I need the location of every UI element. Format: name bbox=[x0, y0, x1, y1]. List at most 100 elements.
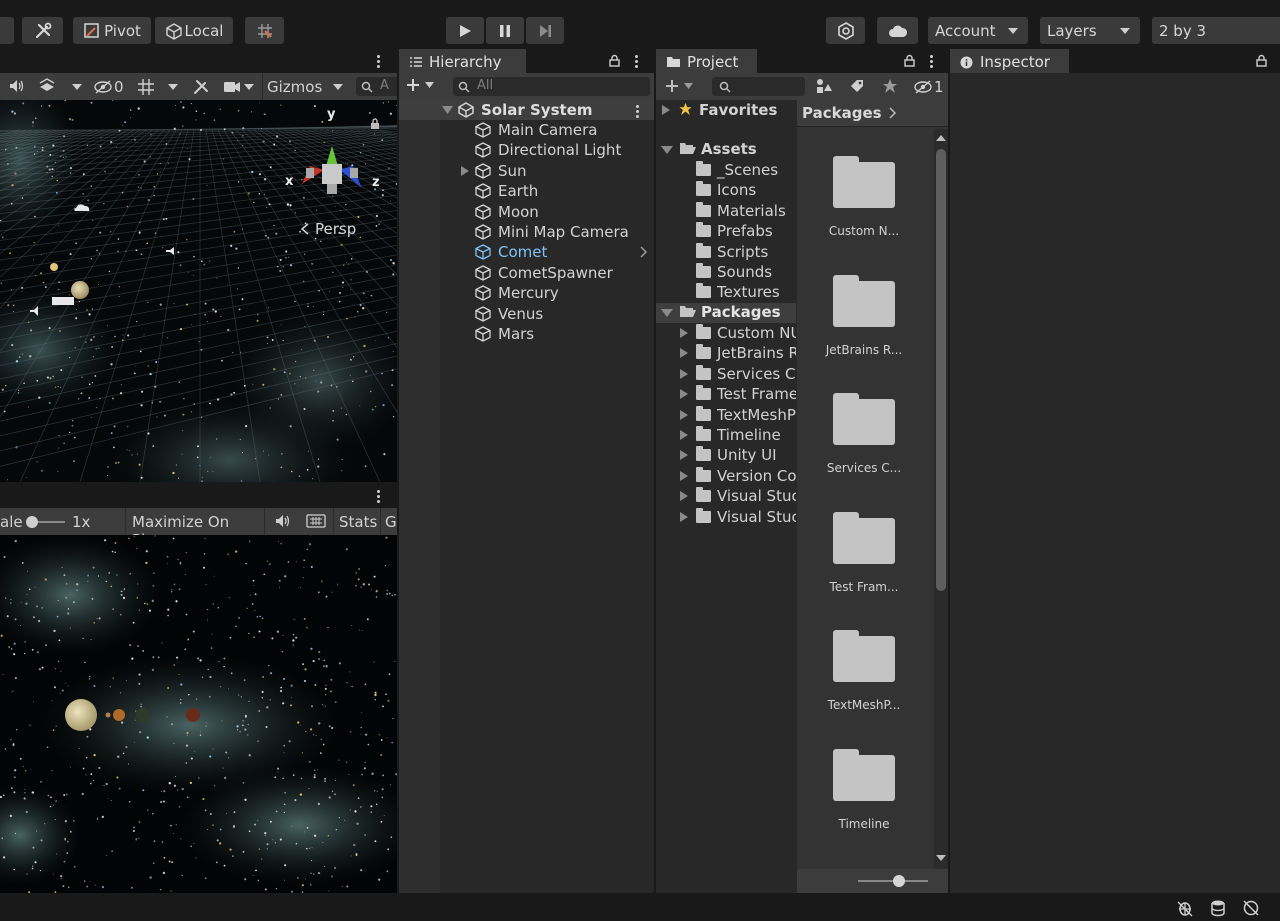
hierarchy-item[interactable]: Mercury bbox=[399, 283, 654, 303]
camera-dropdown-icon[interactable] bbox=[244, 84, 254, 90]
project-menu-icon[interactable] bbox=[930, 55, 934, 70]
folder-icon[interactable] bbox=[833, 274, 895, 327]
local-button[interactable]: Local bbox=[155, 17, 233, 44]
debug-bug-icon[interactable] bbox=[1176, 899, 1194, 917]
collab-button[interactable] bbox=[826, 17, 865, 44]
breadcrumb-packages[interactable]: Packages bbox=[802, 104, 882, 122]
favorite-star-icon[interactable] bbox=[882, 78, 898, 94]
tools-overlay-icon[interactable] bbox=[193, 79, 209, 95]
package-folder-item[interactable]: Visual Stuc bbox=[680, 487, 796, 507]
tab-inspector[interactable]: Inspector bbox=[950, 49, 1069, 73]
game-viewport[interactable] bbox=[0, 535, 397, 893]
grid-snap-button[interactable] bbox=[245, 17, 284, 44]
cloud-button[interactable] bbox=[877, 17, 918, 44]
hierarchy-item[interactable]: CometSpawner bbox=[399, 263, 654, 283]
scene-search-field[interactable]: A bbox=[356, 77, 397, 96]
account-avatar-button[interactable] bbox=[0, 17, 14, 44]
grid-icon[interactable] bbox=[137, 78, 155, 96]
breadcrumb[interactable]: Packages bbox=[802, 104, 897, 122]
package-folder-item[interactable]: Unity UI bbox=[680, 446, 796, 466]
package-folder-item[interactable]: Test Frame bbox=[680, 385, 796, 405]
hierarchy-item[interactable]: Venus bbox=[399, 304, 654, 324]
folder-icon[interactable] bbox=[833, 748, 895, 801]
mute-audio-icon[interactable] bbox=[275, 514, 291, 528]
tab-hierarchy[interactable]: Hierarchy bbox=[399, 49, 526, 73]
hierarchy-item[interactable]: Moon bbox=[399, 202, 654, 222]
tools-button[interactable] bbox=[22, 17, 63, 44]
grid-dropdown-icon[interactable] bbox=[168, 84, 178, 90]
game-menu-icon[interactable] bbox=[377, 490, 381, 505]
account-dropdown[interactable]: Account bbox=[928, 17, 1028, 44]
folder-icon[interactable] bbox=[833, 630, 895, 682]
tab-project[interactable]: Project bbox=[656, 49, 757, 73]
folder-icon[interactable] bbox=[833, 156, 895, 208]
stats-toggle[interactable]: Stats bbox=[333, 508, 381, 535]
label-tag-icon[interactable] bbox=[849, 78, 865, 94]
hidden-packages-icon[interactable] bbox=[914, 80, 932, 94]
asset-folder-item[interactable]: Textures bbox=[696, 283, 796, 303]
package-folder-item[interactable]: Version Co bbox=[680, 466, 796, 487]
hierarchy-item[interactable]: Sun bbox=[399, 161, 654, 181]
icon-size-slider-thumb[interactable] bbox=[893, 875, 905, 887]
cache-server-icon[interactable] bbox=[1209, 899, 1227, 917]
folder-icon[interactable] bbox=[833, 393, 895, 445]
project-scrollbar[interactable] bbox=[934, 129, 948, 869]
folder-icon[interactable] bbox=[833, 511, 895, 564]
project-add-button[interactable] bbox=[664, 78, 693, 94]
asset-folder-item[interactable]: Materials bbox=[696, 201, 796, 222]
layers-dropdown[interactable]: Layers bbox=[1040, 17, 1140, 44]
hierarchy-item[interactable]: Main Camera bbox=[399, 120, 654, 140]
effects-dropdown-icon[interactable] bbox=[72, 84, 82, 90]
assets-row[interactable]: Assets bbox=[661, 140, 796, 160]
package-folder-item[interactable]: TextMeshP bbox=[680, 405, 796, 426]
package-folder-item[interactable]: Visual Stuc bbox=[680, 507, 796, 528]
game-gizmos-label[interactable]: G bbox=[385, 513, 397, 531]
scroll-up-icon[interactable] bbox=[936, 135, 946, 141]
hierarchy-item[interactable]: Earth bbox=[399, 181, 654, 201]
grid-folder-label[interactable]: TextMeshP... bbox=[800, 698, 928, 712]
scale-slider-thumb[interactable] bbox=[26, 516, 38, 528]
hidden-objects-icon[interactable] bbox=[94, 80, 112, 94]
effects-icon[interactable] bbox=[38, 78, 56, 94]
hierarchy-item[interactable]: Comet bbox=[399, 242, 654, 262]
package-folder-item[interactable]: Custom NU bbox=[680, 324, 796, 344]
scroll-thumb[interactable] bbox=[936, 149, 946, 591]
package-folder-item[interactable]: JetBrains R bbox=[680, 344, 796, 364]
lock-icon[interactable] bbox=[370, 118, 380, 130]
asset-folder-item[interactable]: _Scenes bbox=[696, 161, 796, 181]
grid-folder-label[interactable]: Custom N... bbox=[800, 224, 928, 238]
pause-button[interactable] bbox=[486, 17, 524, 44]
pivot-button[interactable]: Pivot bbox=[73, 17, 151, 44]
scene-row-menu-icon[interactable] bbox=[636, 105, 640, 120]
persp-toggle[interactable]: Persp bbox=[300, 220, 356, 238]
maximize-on-play-toggle[interactable]: Maximize On Play bbox=[125, 508, 265, 549]
step-button[interactable] bbox=[526, 17, 564, 44]
scene-viewport[interactable]: y x z Persp bbox=[0, 100, 397, 482]
chevron-right-icon[interactable] bbox=[640, 246, 648, 258]
filter-by-type-icon[interactable] bbox=[815, 78, 833, 94]
hierarchy-item[interactable]: Mini Map Camera bbox=[399, 222, 654, 242]
grid-folder-label[interactable]: JetBrains R... bbox=[800, 343, 928, 357]
hierarchy-add-button[interactable] bbox=[405, 77, 434, 93]
grid-folder-label[interactable]: Timeline bbox=[800, 817, 928, 831]
keyboard-icon[interactable] bbox=[306, 514, 326, 528]
audio-icon[interactable] bbox=[9, 79, 25, 93]
grid-folder-label[interactable]: Services C... bbox=[800, 461, 928, 475]
asset-folder-item[interactable]: Sounds bbox=[696, 263, 796, 283]
asset-folder-item[interactable]: Prefabs bbox=[696, 222, 796, 242]
hierarchy-item[interactable]: Directional Light bbox=[399, 140, 654, 160]
scene-menu-icon[interactable] bbox=[377, 55, 381, 70]
packages-row[interactable]: Packages bbox=[656, 303, 796, 323]
project-lock-icon[interactable] bbox=[904, 54, 915, 67]
layout-dropdown[interactable]: 2 by 3 bbox=[1152, 17, 1280, 44]
hierarchy-item[interactable]: Mars bbox=[399, 324, 654, 344]
grid-folder-label[interactable]: Test Fram... bbox=[800, 580, 928, 594]
asset-folder-item[interactable]: Scripts bbox=[696, 242, 796, 263]
camera-icon[interactable] bbox=[223, 81, 241, 93]
project-search-field[interactable] bbox=[712, 77, 805, 96]
package-folder-item[interactable]: Services C bbox=[680, 364, 796, 385]
auto-refresh-off-icon[interactable] bbox=[1242, 899, 1260, 917]
package-folder-item[interactable]: Timeline bbox=[680, 426, 796, 446]
scroll-down-icon[interactable] bbox=[936, 855, 946, 861]
hierarchy-lock-icon[interactable] bbox=[609, 54, 620, 67]
